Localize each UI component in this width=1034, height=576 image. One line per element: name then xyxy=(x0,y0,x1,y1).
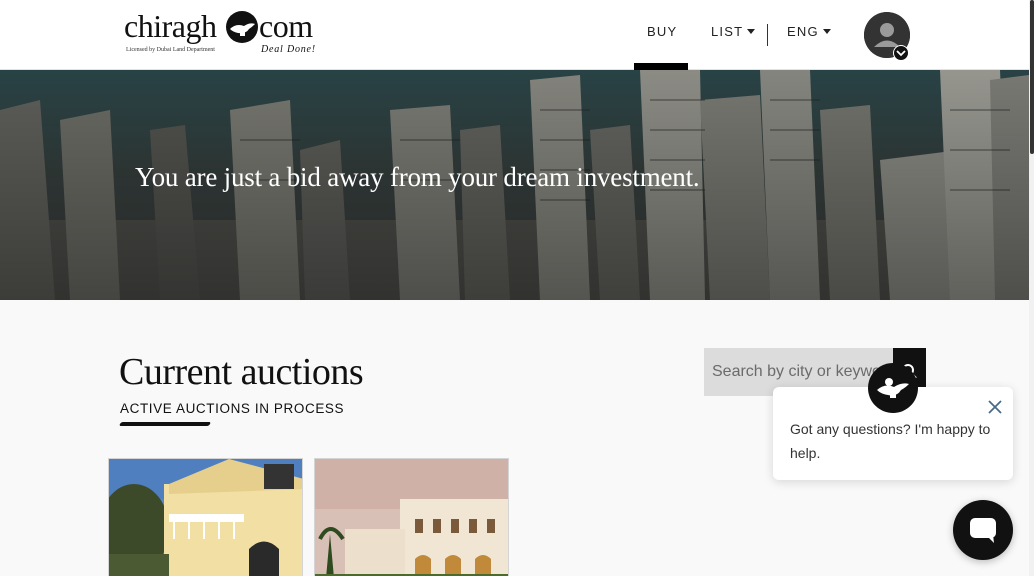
site-header: chiragh com Licensed by Dubai Land Depar… xyxy=(0,0,1029,70)
caret-down-icon xyxy=(747,29,756,34)
search-input[interactable] xyxy=(712,363,894,381)
language-selector[interactable]: ENG xyxy=(787,24,831,39)
auction-card[interactable] xyxy=(314,458,509,576)
section-underline xyxy=(118,422,212,426)
section-subtitle: ACTIVE AUCTIONS IN PROCESS xyxy=(120,401,345,416)
page-scrollbar[interactable] xyxy=(1029,0,1034,576)
lamp-icon xyxy=(877,378,909,398)
villa-image xyxy=(109,459,302,576)
logo-license-text: Licensed by Dubai Land Department xyxy=(126,47,215,53)
avatar-chevron-icon[interactable] xyxy=(893,45,909,61)
hero-headline: You are just a bid away from your dream … xyxy=(135,162,700,192)
auction-card[interactable] xyxy=(108,458,303,576)
scrollbar-thumb[interactable] xyxy=(1030,0,1034,154)
logo-word-right: com xyxy=(259,8,313,44)
hero-banner: You are just a bid away from your dream … xyxy=(0,70,1029,300)
nav-active-indicator xyxy=(634,63,688,70)
nav-buy[interactable]: BUY xyxy=(647,24,677,39)
language-label: ENG xyxy=(787,24,819,39)
chat-message: Got any questions? I'm happy to help. xyxy=(790,421,991,461)
chat-icon xyxy=(970,518,996,543)
caret-down-icon xyxy=(822,29,831,34)
section-title: Current auctions xyxy=(119,351,364,393)
nav-divider xyxy=(767,24,768,46)
villa-image xyxy=(315,459,508,576)
logo-tagline: Deal Done! xyxy=(261,44,316,55)
chiragh-logo[interactable]: chiragh com Licensed by Dubai Land Depar… xyxy=(124,6,324,62)
logo-word-left: chiragh xyxy=(124,8,217,44)
nav-list-dropdown[interactable]: LIST xyxy=(711,24,756,39)
nav-list-label: LIST xyxy=(711,24,744,39)
lamp-icon xyxy=(226,11,258,43)
nav-buy-label: BUY xyxy=(647,24,678,39)
chat-launcher-button[interactable] xyxy=(953,500,1013,560)
close-icon[interactable] xyxy=(987,399,1003,415)
chat-agent-avatar xyxy=(868,363,918,413)
